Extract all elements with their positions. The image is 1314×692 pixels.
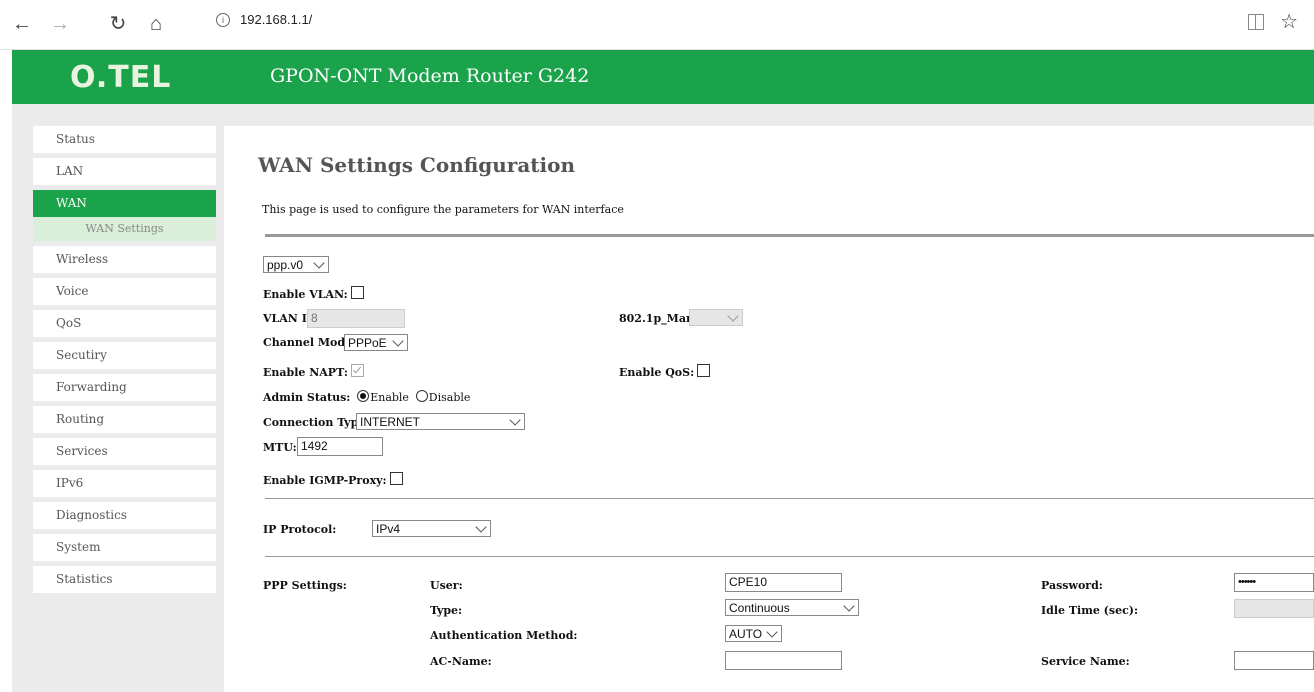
refresh-icon[interactable]: ↻ bbox=[104, 10, 132, 38]
info-icon[interactable]: i bbox=[216, 13, 230, 27]
enable-vlan-row: Enable VLAN: bbox=[263, 286, 364, 301]
sidebar-item-forwarding[interactable]: Forwarding bbox=[33, 374, 216, 401]
ip-protocol-label: IP Protocol: bbox=[263, 523, 337, 536]
ppp-user-label: User: bbox=[430, 579, 463, 592]
admin-status-label: Admin Status: bbox=[263, 391, 351, 404]
divider bbox=[265, 556, 1314, 557]
main-content: WAN Settings Configuration This page is … bbox=[232, 126, 1314, 692]
ppp-password-label: Password: bbox=[1041, 579, 1103, 592]
forward-arrow-icon[interactable]: → bbox=[46, 10, 74, 38]
sidebar-item-wan[interactable]: WAN bbox=[33, 190, 216, 217]
admin-enable-label: Enable bbox=[370, 391, 409, 404]
sidebar-item-wireless[interactable]: Wireless bbox=[33, 246, 216, 273]
favorite-star-icon[interactable]: ☆ bbox=[1280, 9, 1298, 34]
sidebar-item-system[interactable]: System bbox=[33, 534, 216, 561]
ppp-password-input[interactable]: •••••• bbox=[1234, 573, 1314, 592]
admin-status-row: Admin Status: Enable Disable bbox=[263, 390, 470, 404]
enable-napt-row: Enable NAPT: bbox=[263, 364, 364, 379]
divider bbox=[265, 234, 1314, 237]
sidebar-item-ipv6[interactable]: IPv6 bbox=[33, 470, 216, 497]
mtu-input[interactable]: 1492 bbox=[297, 437, 383, 456]
address-bar[interactable]: i 192.168.1.1/ bbox=[216, 12, 312, 27]
ppp-type-select[interactable]: Continuous bbox=[725, 599, 859, 616]
enable-qos-row: Enable QoS: bbox=[619, 364, 711, 379]
page-description: This page is used to configure the param… bbox=[262, 203, 624, 216]
reading-view-icon[interactable] bbox=[1248, 14, 1264, 30]
mark-label: 802.1p_Mark bbox=[619, 312, 700, 325]
sidebar-item-routing[interactable]: Routing bbox=[33, 406, 216, 433]
connection-type-select[interactable]: INTERNET bbox=[356, 413, 525, 430]
vlan-id-input[interactable]: 8 bbox=[307, 309, 405, 328]
sidebar-item-statistics[interactable]: Statistics bbox=[33, 566, 216, 593]
ppp-settings-label: PPP Settings: bbox=[263, 579, 347, 592]
admin-disable-label: Disable bbox=[428, 391, 471, 404]
sidebar-item-status[interactable]: Status bbox=[33, 126, 216, 153]
sidebar-item-security[interactable]: Secutiry bbox=[33, 342, 216, 369]
home-icon[interactable]: ⌂ bbox=[142, 10, 170, 38]
admin-enable-radio[interactable] bbox=[357, 390, 370, 402]
url-text[interactable]: 192.168.1.1/ bbox=[240, 12, 312, 27]
app-header: O.TEL GPON-ONT Modem Router G242 bbox=[12, 50, 1314, 104]
mtu-label: MTU: bbox=[263, 441, 297, 454]
sidebar-subitem-wan-settings[interactable]: WAN Settings bbox=[33, 217, 216, 241]
otel-logo: O.TEL bbox=[70, 60, 172, 95]
idle-time-label: Idle Time (sec): bbox=[1041, 604, 1139, 617]
service-name-input[interactable] bbox=[1234, 651, 1314, 670]
idle-time-input[interactable] bbox=[1234, 599, 1314, 618]
sidebar-item-diagnostics[interactable]: Diagnostics bbox=[33, 502, 216, 529]
sidebar-nav: Status LAN WAN WAN Settings Wireless Voi… bbox=[33, 126, 216, 598]
divider bbox=[265, 498, 1314, 499]
page-title: WAN Settings Configuration bbox=[258, 153, 576, 177]
igmp-proxy-label: Enable IGMP-Proxy: bbox=[263, 474, 387, 487]
header-title: GPON-ONT Modem Router G242 bbox=[270, 65, 590, 87]
auth-method-select[interactable]: AUTO bbox=[725, 625, 782, 642]
enable-napt-label: Enable NAPT: bbox=[263, 366, 348, 379]
header-spacer bbox=[12, 104, 1314, 126]
admin-disable-radio[interactable] bbox=[415, 390, 428, 402]
channel-mode-select[interactable]: PPPoE bbox=[344, 334, 408, 351]
auth-method-label: Authentication Method: bbox=[430, 629, 578, 642]
wan-interface-select[interactable]: ppp.v0 bbox=[263, 256, 329, 273]
channel-mode-label: Channel Mode: bbox=[263, 336, 357, 349]
enable-vlan-label: Enable VLAN: bbox=[263, 288, 348, 301]
ac-name-label: AC-Name: bbox=[430, 655, 492, 668]
back-arrow-icon[interactable]: ← bbox=[8, 10, 36, 38]
enable-qos-checkbox[interactable] bbox=[697, 364, 711, 377]
service-name-label: Service Name: bbox=[1041, 655, 1130, 668]
mark-select[interactable] bbox=[689, 309, 743, 326]
ip-protocol-select[interactable]: IPv4 bbox=[372, 520, 491, 537]
ppp-type-label: Type: bbox=[430, 604, 463, 617]
igmp-proxy-row: Enable IGMP-Proxy: bbox=[263, 472, 403, 487]
sidebar-item-services[interactable]: Services bbox=[33, 438, 216, 465]
enable-vlan-checkbox[interactable] bbox=[350, 286, 364, 299]
enable-qos-label: Enable QoS: bbox=[619, 366, 695, 379]
browser-toolbar: ← → ↻ ⌂ i 192.168.1.1/ ☆ bbox=[0, 0, 1314, 50]
sidebar-item-lan[interactable]: LAN bbox=[33, 158, 216, 185]
enable-napt-checkbox[interactable] bbox=[350, 364, 364, 377]
igmp-proxy-checkbox[interactable] bbox=[389, 472, 403, 485]
connection-type-label: Connection Type: bbox=[263, 416, 370, 429]
sidebar-item-voice[interactable]: Voice bbox=[33, 278, 216, 305]
ppp-user-input[interactable]: CPE10 bbox=[725, 573, 842, 592]
ac-name-input[interactable] bbox=[725, 651, 842, 670]
sidebar-item-qos[interactable]: QoS bbox=[33, 310, 216, 337]
